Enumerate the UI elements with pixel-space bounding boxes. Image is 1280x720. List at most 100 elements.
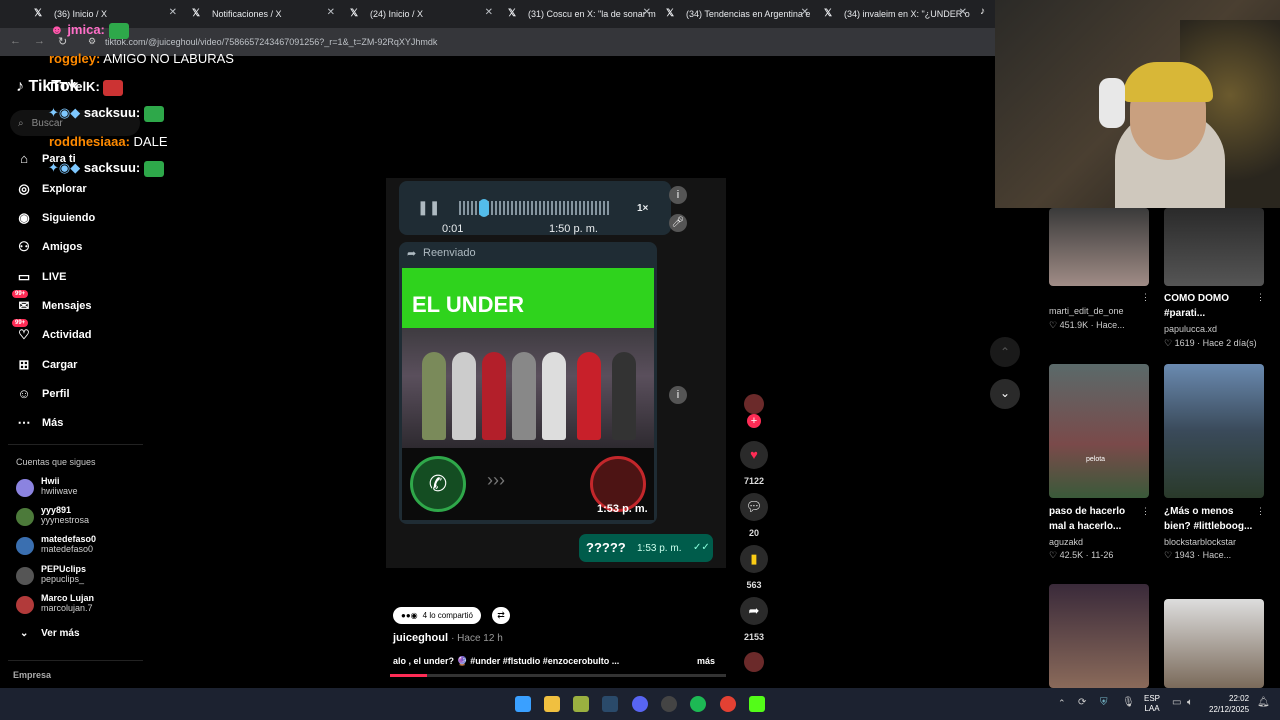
clock[interactable]: 22:02 22/12/2025 [1209, 693, 1249, 715]
video-title[interactable]: COMO DOMO #parati... [1164, 291, 1254, 321]
close-icon[interactable]: ✕ [169, 7, 177, 18]
browser-tab[interactable]: 𝕏 (36) Inicio / X ✕ [28, 4, 183, 24]
chrome-icon[interactable] [720, 696, 736, 712]
tray-shield-icon[interactable]: ⛨ [1100, 697, 1108, 708]
sound-disc-icon[interactable] [744, 652, 764, 672]
nav-item-amigos[interactable]: ⚇ Amigos [16, 239, 82, 255]
nav-item-mas[interactable]: ⋯ Más [16, 415, 64, 431]
video-user[interactable]: aguzakd [1049, 537, 1083, 547]
minecraft-icon[interactable] [573, 696, 589, 712]
spotify-icon[interactable] [690, 696, 706, 712]
shared-by-chip[interactable]: ●●◉ 4 lo compartió [393, 607, 481, 624]
more-options-icon[interactable]: ⋮ [1256, 506, 1265, 517]
chat-badge-icon: ✦◉◆ [48, 160, 81, 175]
comment-button[interactable]: 💬︎ [740, 493, 768, 521]
more-options-icon[interactable]: ⋮ [1141, 506, 1150, 517]
save-button[interactable]: ▮ [740, 545, 768, 573]
close-icon[interactable]: ✕ [801, 7, 809, 18]
forwarded-message: ➦ Reenviado EL UNDER ✆ ››› 1:53 p. m. [399, 242, 657, 524]
tray-mic-icon[interactable]: 🎙︎ [1122, 697, 1135, 708]
volume-icon[interactable]: 🔈︎ [1187, 697, 1193, 708]
network-icon[interactable]: ▭ [1172, 697, 1181, 708]
language-indicator[interactable]: ESP LAA [1144, 694, 1160, 714]
discord-icon[interactable] [632, 696, 648, 712]
following-account[interactable]: Marco Lujan marcolujan.7 [16, 593, 94, 614]
video-thumbnail[interactable] [1164, 208, 1264, 286]
video-thumbnail[interactable] [1164, 364, 1264, 498]
avatar [16, 479, 34, 497]
tray-chevron-icon[interactable]: ⌃ [1058, 698, 1066, 709]
following-account[interactable]: yyy891 yyynestrosa [16, 505, 89, 526]
video-title[interactable]: ¿Más o menos bien? #littleboog... [1164, 504, 1254, 534]
progress-track[interactable] [390, 674, 726, 677]
swipe-arrows-icon: ››› [487, 470, 505, 490]
info-icon[interactable]: i [669, 386, 687, 404]
browser-tab[interactable]: 𝕏 Notificaciones / X ✕ [186, 4, 341, 24]
browser-tab[interactable]: 𝕏 (31) Coscu en X: "la de sonar m ✕ [502, 4, 657, 24]
microphone-icon[interactable]: 🎤︎ [669, 214, 687, 232]
post-author[interactable]: juiceghoul [393, 632, 448, 644]
file-explorer-icon[interactable] [544, 696, 560, 712]
browser-tab[interactable]: 𝕏 (34) invaleim en X: "¿UNDER o ✕ [818, 4, 973, 24]
browser-tab[interactable]: 𝕏 (24) Inicio / X ✕ [344, 4, 499, 24]
close-icon[interactable]: ✕ [327, 7, 335, 18]
chevron-down-icon[interactable]: ⌄ [990, 379, 1020, 409]
kick-icon[interactable] [749, 696, 765, 712]
video-thumbnail[interactable] [1049, 208, 1149, 286]
video-user[interactable]: blockstarblockstar [1164, 537, 1236, 547]
forward-icon[interactable]: → [34, 35, 45, 47]
video-player[interactable]: ❚❚ 1× 0:01 1:50 p. m. i 🎤︎ ➦ Reenviado E… [386, 178, 726, 568]
video-title[interactable]: paso de hacerlo mal a hacerlo... [1049, 504, 1139, 534]
obs-icon[interactable] [661, 696, 677, 712]
playback-speed[interactable]: 1× [637, 203, 648, 214]
nav-label: Amigos [42, 241, 83, 253]
follow-plus-icon[interactable]: + [747, 414, 761, 428]
nav-label: Perfil [42, 387, 70, 400]
info-icon[interactable]: i [669, 186, 687, 204]
pause-icon[interactable]: ❚❚ [417, 199, 440, 216]
nav-item-siguiendo[interactable]: ◉ Siguiendo [16, 210, 95, 226]
x-logo-icon: 𝕏 [508, 8, 517, 19]
tray-sync-icon[interactable]: ⟳ [1078, 697, 1086, 708]
language-code: ESP [1144, 694, 1161, 703]
video-thumbnail[interactable] [1049, 584, 1149, 688]
repost-icon[interactable]: ⇄ [492, 607, 510, 624]
account-name: matedefaso0 [41, 534, 97, 544]
following-account[interactable]: PEPUclips pepuclips_ [16, 564, 86, 585]
nav-item-cargar[interactable]: ⊞ Cargar [16, 357, 78, 373]
browser-tab[interactable]: 𝕏 (34) Tendencias en Argentina e ✕ [660, 4, 815, 24]
forwarded-image: EL UNDER ✆ ››› [402, 268, 654, 520]
nav-item-perfil[interactable]: ☺ Perfil [16, 386, 70, 401]
video-user[interactable]: marti_edit_de_one [1049, 306, 1124, 316]
nav-item-live[interactable]: ▭ LIVE [16, 269, 67, 285]
close-icon[interactable]: ✕ [643, 7, 651, 18]
like-button[interactable]: ♥ [740, 441, 768, 469]
nav-item-explorar[interactable]: ◎ Explorar [16, 181, 86, 197]
ver-mas-button[interactable]: ⌄ Ver más [20, 628, 80, 639]
windows-start-icon[interactable] [515, 696, 531, 712]
video-thumbnail[interactable] [1164, 599, 1264, 688]
creator-avatar[interactable] [744, 394, 764, 414]
group-photo [402, 328, 654, 448]
notification-bell-icon[interactable]: 🔔︎ [1257, 697, 1270, 708]
tiktok-tab-icon[interactable]: ♪ [980, 6, 985, 17]
video-thumbnail[interactable]: pelota [1049, 364, 1149, 498]
chevron-up-icon[interactable]: ⌃ [990, 337, 1020, 367]
back-icon[interactable]: ← [10, 35, 21, 47]
nav-item-actividad[interactable]: ♡ 99+ Actividad [12, 319, 92, 343]
steam-icon[interactable] [602, 696, 618, 712]
close-icon[interactable]: ✕ [959, 7, 967, 18]
more-link[interactable]: más [697, 656, 715, 666]
more-options-icon[interactable]: ⋮ [1256, 292, 1265, 303]
following-account[interactable]: matedefaso0 matedefaso0 [16, 534, 96, 555]
empresa-link[interactable]: Empresa [13, 670, 51, 680]
nav-item-mensajes[interactable]: ✉ 99+ Mensajes [12, 290, 92, 314]
url-field[interactable]: tiktok.com/@juiceghoul/video/75866572434… [105, 37, 437, 47]
search-icon: ⌕ [18, 117, 24, 129]
close-icon[interactable]: ✕ [485, 7, 493, 18]
waveform-thumb[interactable] [479, 199, 489, 217]
more-options-icon[interactable]: ⋮ [1141, 292, 1150, 303]
share-button[interactable]: ➦ [740, 597, 768, 625]
following-account[interactable]: Hwii hwiiwave [16, 476, 78, 497]
video-user[interactable]: papulucca.xd [1164, 324, 1217, 334]
